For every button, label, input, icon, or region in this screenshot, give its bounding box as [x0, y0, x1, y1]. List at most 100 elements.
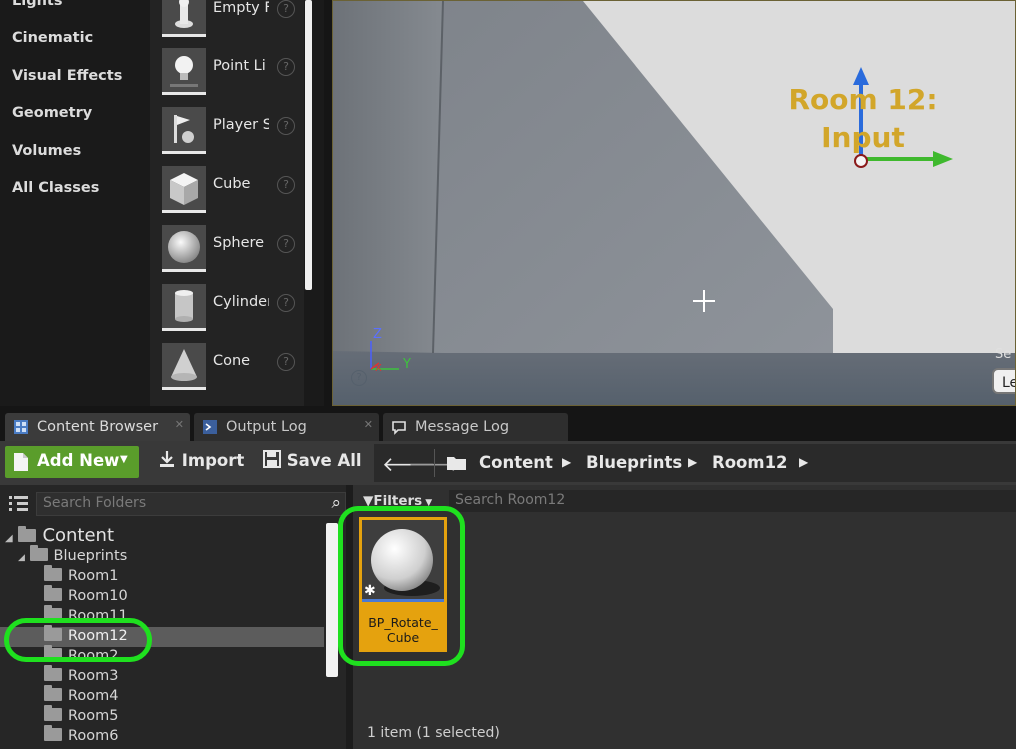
level-viewport[interactable]: Room 12: Input Z Y X ? Se Le: [332, 0, 1016, 406]
close-icon[interactable]: ✕: [364, 418, 373, 431]
close-icon[interactable]: ✕: [175, 418, 184, 431]
category-visual-effects[interactable]: Visual Effects: [12, 68, 122, 84]
item-count-status: 1 item (1 selected): [367, 725, 500, 741]
category-geometry[interactable]: Geometry: [12, 105, 92, 121]
room12-highlight-annotation: [4, 618, 152, 662]
place-item-sphere[interactable]: Sphere ?: [150, 223, 304, 279]
folder-icon: [18, 526, 37, 542]
axis-z-label: Z: [373, 327, 382, 342]
import-label: Import: [181, 451, 245, 470]
help-icon[interactable]: ?: [277, 58, 295, 76]
tree-item-room1[interactable]: Room1: [44, 565, 119, 588]
cone-icon: [162, 343, 206, 390]
add-new-button[interactable]: Add New ▼: [5, 446, 139, 478]
tree-item-room6[interactable]: Room6: [44, 725, 119, 748]
tab-label: Content Browser: [37, 419, 159, 435]
tree-item-label: Room10: [68, 588, 128, 604]
tree-item-room5[interactable]: Room5: [44, 705, 119, 728]
breadcrumb-content[interactable]: Content: [479, 453, 553, 472]
tree-item-content[interactable]: ◢ Content: [5, 525, 115, 546]
help-icon[interactable]: ?: [351, 370, 367, 386]
tree-item-label: Room5: [68, 708, 119, 724]
save-icon: [263, 450, 281, 472]
breadcrumb-arrow-icon[interactable]: ▶: [799, 455, 808, 469]
viewport-text-render-label: Room 12: Input: [788, 81, 938, 157]
place-item-empty-actor[interactable]: Empty F ?: [150, 0, 304, 44]
folder-icon: [44, 665, 62, 681]
empty-actor-icon: [162, 0, 206, 37]
folder-icon: [44, 725, 62, 741]
save-all-button[interactable]: Save All: [263, 450, 362, 472]
help-icon[interactable]: ?: [277, 294, 295, 312]
category-all-classes[interactable]: All Classes: [12, 180, 99, 196]
cube-icon: [162, 166, 206, 213]
place-item-cylinder[interactable]: Cylinder ?: [150, 282, 304, 338]
tab-label: Message Log: [415, 419, 510, 435]
tree-item-label: Room1: [68, 568, 119, 584]
place-item-label: Empty F: [213, 0, 269, 16]
search-folders-input[interactable]: Search Folders ⌕: [36, 492, 346, 516]
message-log-icon: [391, 419, 407, 435]
place-item-label: Cone: [213, 353, 251, 369]
place-list-scrollbar[interactable]: [305, 0, 312, 290]
category-lights[interactable]: Lights: [12, 0, 62, 9]
tree-options-icon[interactable]: [9, 494, 31, 516]
place-item-label: Cylinder: [213, 294, 269, 310]
output-log-icon: [202, 419, 218, 435]
tree-item-label: Room6: [68, 728, 119, 744]
viewport-corner-text: Se: [995, 347, 1012, 362]
asset-view-pane: ▼Filters ▼ Search Room12 ✱ BP_Rotate_ Cu…: [338, 485, 1016, 749]
tab-content-browser[interactable]: Content Browser ✕: [5, 413, 190, 441]
tree-item-blueprints[interactable]: ◢ Blueprints: [18, 545, 127, 568]
help-icon[interactable]: ?: [277, 176, 295, 194]
divider: [434, 449, 435, 477]
folder-icon: [29, 545, 48, 561]
import-button[interactable]: Import: [158, 450, 244, 472]
folder-tree-scrollbar[interactable]: [326, 523, 338, 677]
axis-x-label: X: [375, 363, 382, 374]
breadcrumb-room12[interactable]: Room12: [712, 453, 788, 472]
place-item-cube[interactable]: Cube ?: [150, 164, 304, 220]
help-icon[interactable]: ?: [277, 353, 295, 371]
help-icon[interactable]: ?: [277, 117, 295, 135]
viewport-corner-button[interactable]: Le: [992, 368, 1015, 394]
help-icon[interactable]: ?: [277, 0, 295, 18]
folder-icon: [44, 705, 62, 721]
chevron-down-icon: ▼: [120, 454, 128, 465]
place-item-player-start[interactable]: Player S ?: [150, 105, 304, 161]
search-placeholder: Search Room12: [455, 492, 566, 508]
category-volumes[interactable]: Volumes: [12, 143, 81, 159]
tree-item-label: Content: [42, 525, 115, 546]
tab-output-log[interactable]: Output Log ✕: [194, 413, 379, 441]
search-icon[interactable]: ⌕: [331, 493, 341, 513]
expand-arrow-icon[interactable]: ◢: [5, 533, 13, 544]
folder-open-icon: [446, 455, 468, 475]
tab-label: Output Log: [226, 419, 307, 435]
add-new-label: Add New: [37, 451, 120, 470]
sphere-icon: [162, 225, 206, 272]
search-placeholder: Search Folders: [43, 495, 147, 511]
cylinder-icon: [162, 284, 206, 331]
place-mode-panel: Lights Cinematic Visual Effects Geometry…: [0, 0, 324, 406]
breadcrumb-blueprints[interactable]: Blueprints: [586, 453, 682, 472]
search-assets-input[interactable]: Search Room12: [449, 490, 1016, 512]
folder-icon: [44, 685, 62, 701]
help-icon[interactable]: ?: [277, 235, 295, 253]
content-browser-icon: [13, 419, 29, 435]
place-item-cone[interactable]: Cone ?: [150, 341, 304, 397]
import-icon: [158, 450, 176, 472]
place-item-point-light[interactable]: Point Li ?: [150, 46, 304, 102]
axis-y-label: Y: [403, 357, 411, 372]
expand-arrow-icon[interactable]: ◢: [18, 553, 25, 563]
breadcrumb-arrow-icon[interactable]: ▶: [688, 455, 697, 469]
tree-item-room10[interactable]: Room10: [44, 585, 128, 608]
save-all-label: Save All: [286, 451, 362, 470]
tree-item-room3[interactable]: Room3: [44, 665, 119, 688]
tree-item-label: Room3: [68, 668, 119, 684]
tab-message-log[interactable]: Message Log: [383, 413, 568, 441]
breadcrumb-arrow-icon[interactable]: ▶: [562, 455, 571, 469]
category-cinematic[interactable]: Cinematic: [12, 30, 93, 46]
place-item-label: Player S: [213, 117, 269, 133]
tree-item-room4[interactable]: Room4: [44, 685, 119, 708]
folder-icon: [44, 585, 62, 601]
